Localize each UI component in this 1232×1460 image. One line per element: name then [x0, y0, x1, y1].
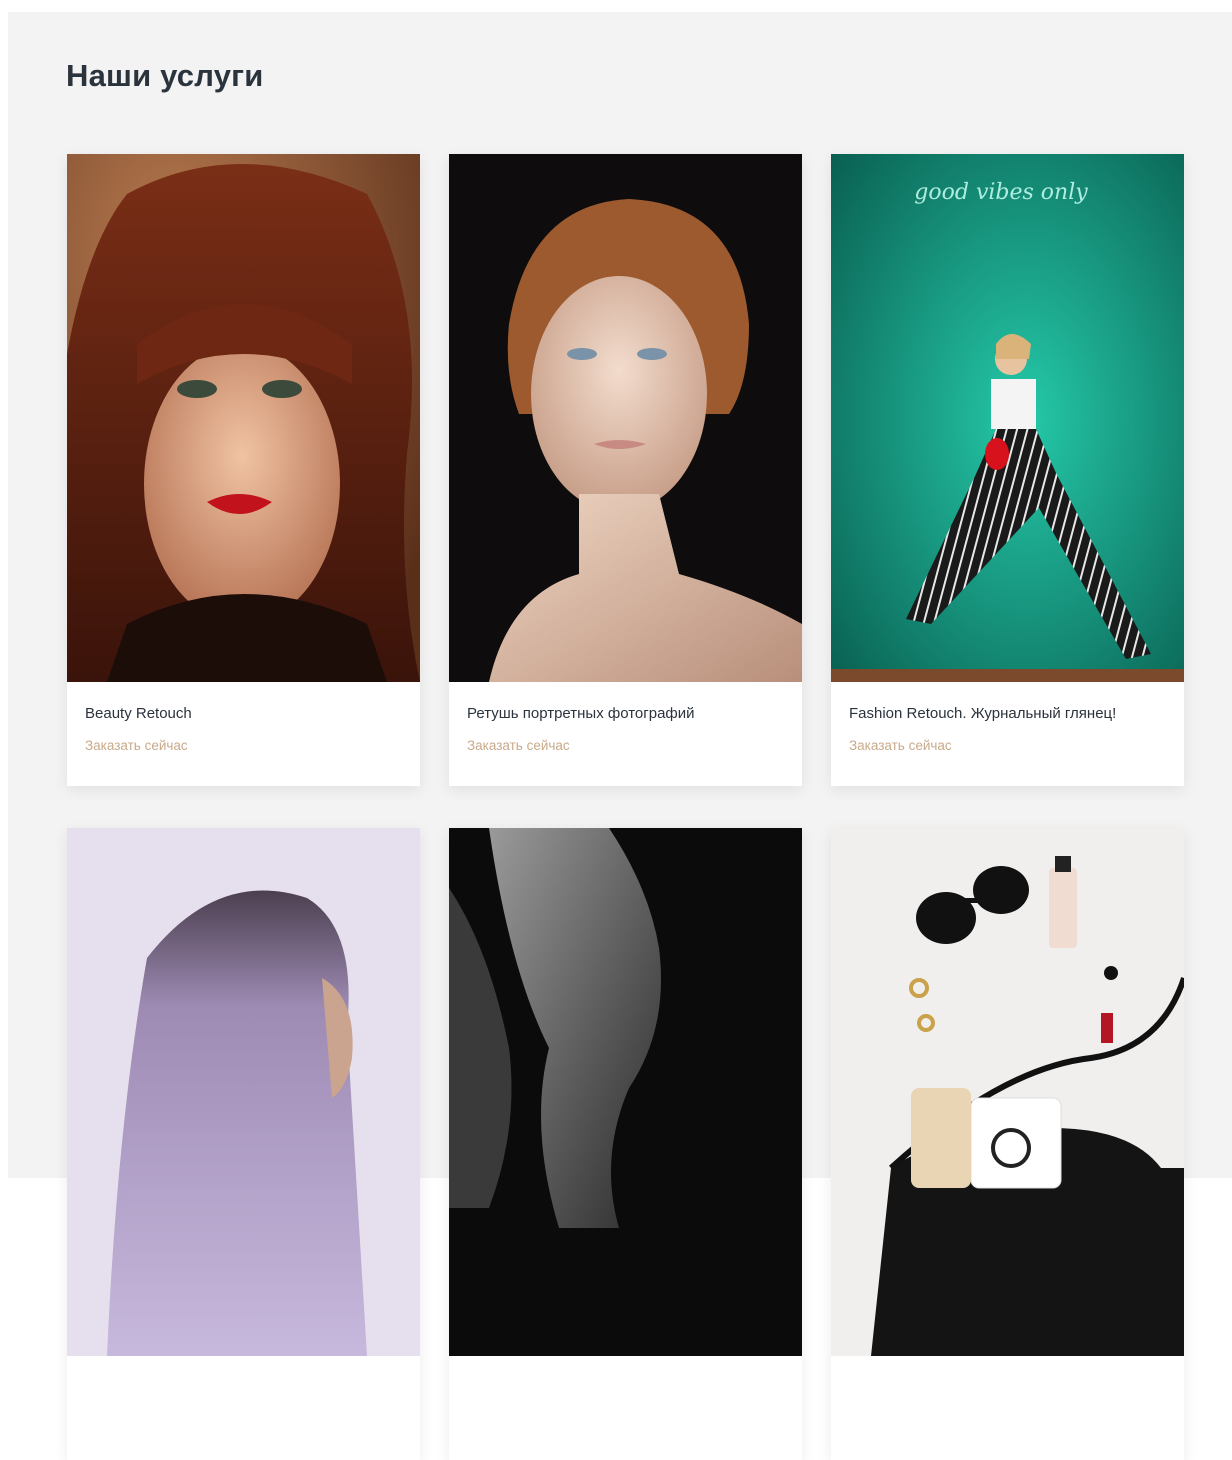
- card-body: [449, 1356, 802, 1460]
- card-body: Fashion Retouch. Журнальный глянец! Зака…: [831, 682, 1184, 786]
- service-card-fashion-retouch[interactable]: good vibes only Fashion Retouch. Журналь…: [831, 154, 1184, 786]
- card-title: Fashion Retouch. Журнальный глянец!: [849, 705, 1117, 722]
- service-card-bw-body[interactable]: [449, 828, 802, 1460]
- card-body: [831, 1356, 1184, 1460]
- service-photo-beauty: [67, 154, 420, 682]
- services-section: Наши услуги Beauty Retouch Заказать сейч…: [8, 12, 1232, 1460]
- card-title: Ретушь портретных фотографий: [467, 705, 695, 722]
- svg-text:good vibes only: good vibes only: [914, 180, 1088, 205]
- card-body: Beauty Retouch Заказать сейчас: [67, 682, 420, 786]
- service-photo-portrait: [449, 154, 802, 682]
- service-photo-hair: [67, 828, 420, 1356]
- card-body: [67, 1356, 420, 1460]
- service-photo-bw-back: [449, 828, 802, 1356]
- service-card-product[interactable]: [831, 828, 1184, 1460]
- service-card-hair[interactable]: [67, 828, 420, 1460]
- order-now-link[interactable]: Заказать сейчас: [85, 737, 188, 755]
- card-title: Beauty Retouch: [85, 705, 192, 722]
- order-now-link[interactable]: Заказать сейчас: [849, 737, 952, 755]
- service-photo-fashion: good vibes only: [831, 154, 1184, 682]
- service-card-beauty-retouch[interactable]: Beauty Retouch Заказать сейчас: [67, 154, 420, 786]
- service-card-portrait-retouch[interactable]: Ретушь портретных фотографий Заказать се…: [449, 154, 802, 786]
- card-body: Ретушь портретных фотографий Заказать се…: [449, 682, 802, 786]
- order-now-link[interactable]: Заказать сейчас: [467, 737, 570, 755]
- service-photo-accessories: [831, 828, 1184, 1356]
- section-title: Наши услуги: [66, 58, 264, 93]
